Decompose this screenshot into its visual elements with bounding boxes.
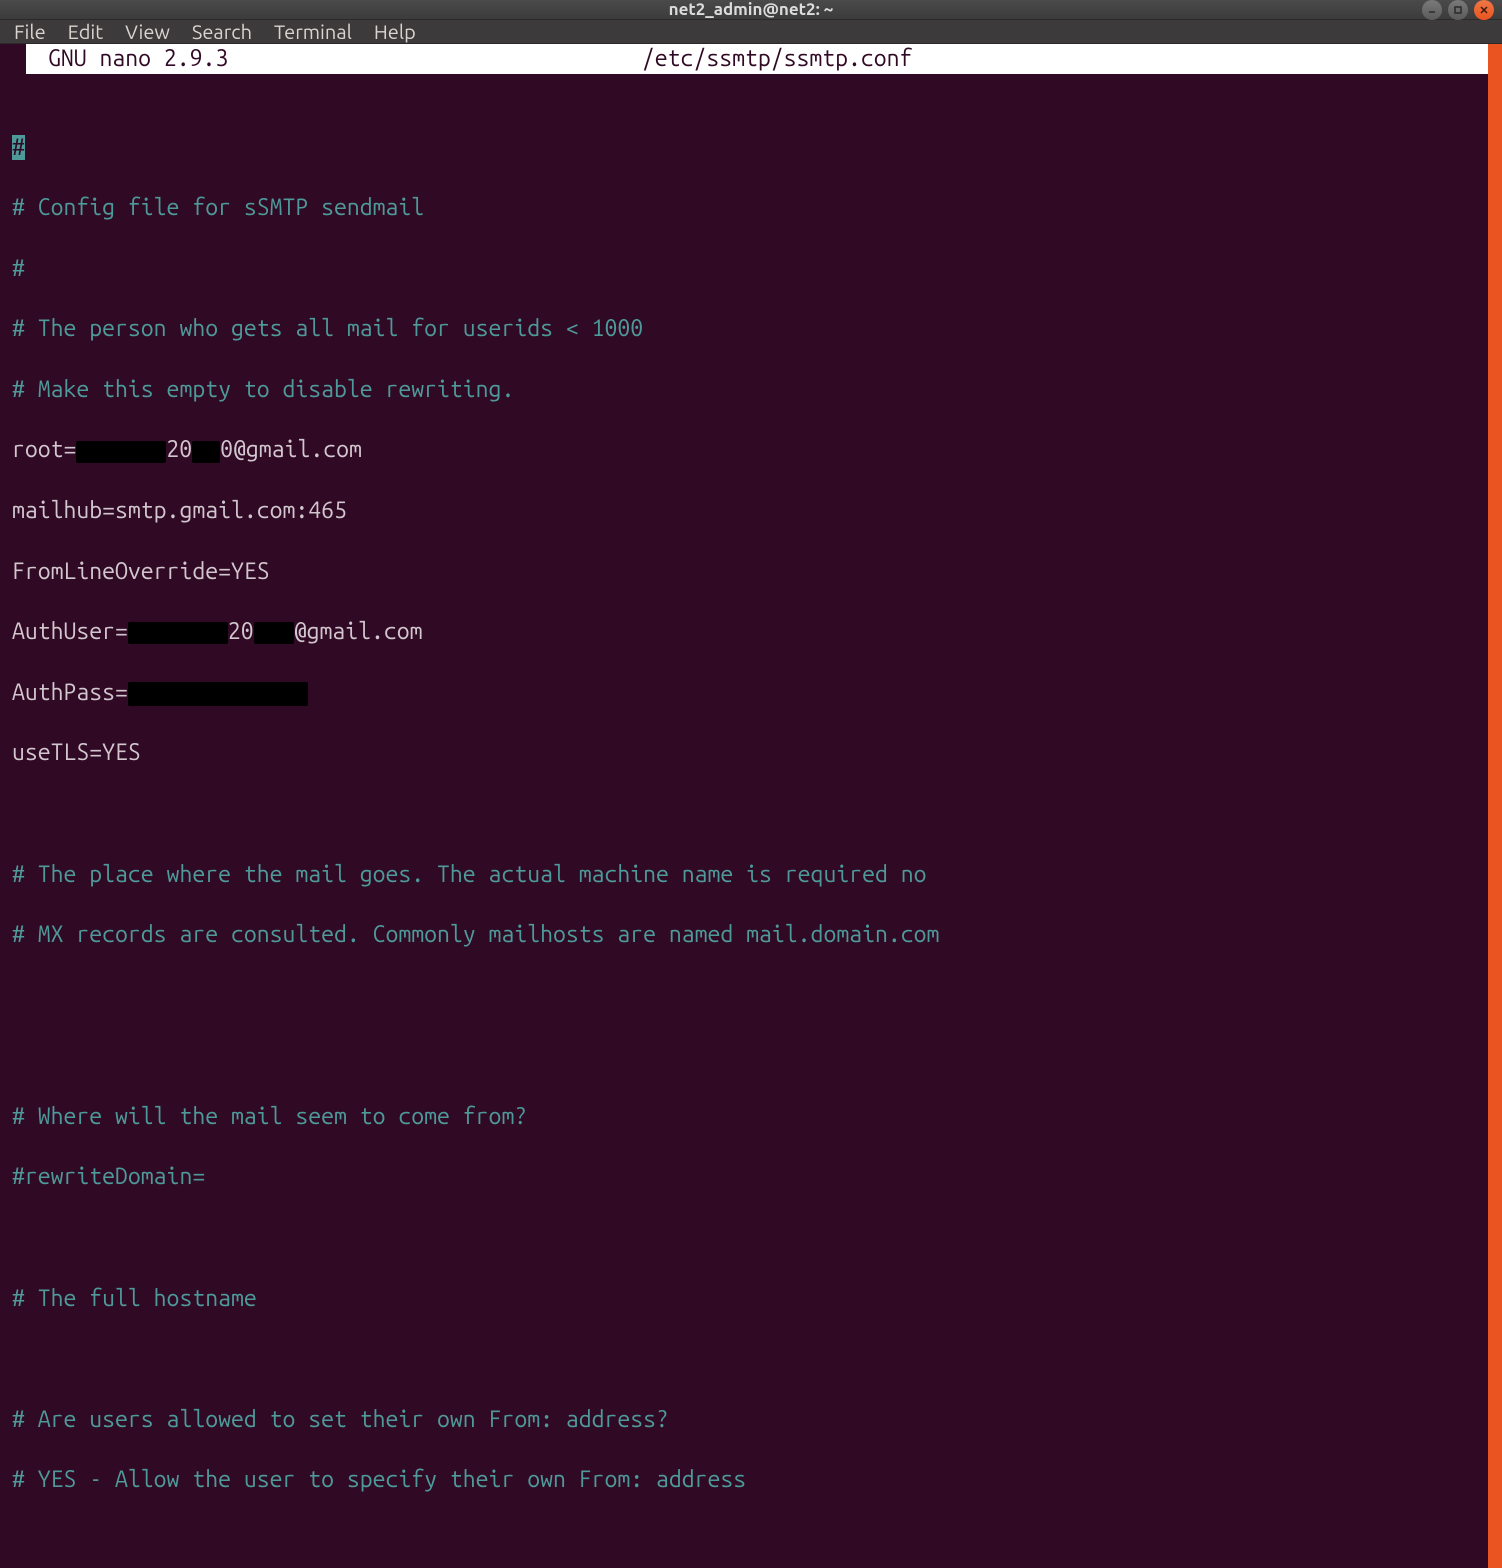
nano-version: GNU nano 2.9.3	[48, 44, 228, 75]
config-line: # Config file for sSMTP sendmail	[12, 193, 1476, 223]
config-line: # The person who gets all mail for useri…	[12, 314, 1476, 344]
redacted-text	[128, 682, 308, 706]
redacted-text	[192, 441, 220, 463]
menu-help[interactable]: Help	[374, 20, 416, 43]
config-line: useTLS=YES	[12, 738, 1476, 768]
config-line: #	[12, 254, 1476, 284]
close-button[interactable]	[1474, 0, 1494, 20]
minimize-icon	[1427, 5, 1437, 15]
minimize-button[interactable]	[1422, 0, 1442, 20]
menu-terminal[interactable]: Terminal	[274, 20, 352, 43]
terminal-area[interactable]: GNU nano 2.9.3 /etc/ssmtp/ssmtp.conf # #…	[0, 44, 1502, 1568]
config-line: # Where will the mail seem to come from?	[12, 1102, 1476, 1132]
redacted-text	[254, 622, 294, 644]
menu-edit[interactable]: Edit	[68, 20, 103, 43]
config-line: AuthPass=	[12, 678, 1476, 708]
cursor: #	[12, 135, 25, 160]
config-line: AuthUser=20@gmail.com	[12, 617, 1476, 647]
close-icon	[1479, 5, 1489, 15]
config-line: mailhub=smtp.gmail.com:465	[12, 496, 1476, 526]
editor-content[interactable]: # # Config file for sSMTP sendmail # # T…	[12, 102, 1476, 1556]
nano-header: GNU nano 2.9.3 /etc/ssmtp/ssmtp.conf	[26, 44, 1488, 74]
menubar: File Edit View Search Terminal Help	[0, 20, 1502, 44]
menu-file[interactable]: File	[14, 20, 46, 43]
redacted-text	[76, 441, 166, 463]
config-line: # The place where the mail goes. The act…	[12, 860, 1476, 890]
config-line: #rewriteDomain=	[12, 1162, 1476, 1192]
maximize-icon	[1453, 5, 1463, 15]
titlebar: net2_admin@net2: ~	[0, 0, 1502, 20]
maximize-button[interactable]	[1448, 0, 1468, 20]
redacted-text	[128, 622, 228, 644]
config-line: FromLineOverride=YES	[12, 557, 1476, 587]
window-title: net2_admin@net2: ~	[669, 0, 834, 19]
terminal-window: net2_admin@net2: ~ File Edit View Search…	[0, 0, 1502, 1016]
nano-filename: /etc/ssmtp/ssmtp.conf	[228, 44, 1466, 75]
config-line: # MX records are consulted. Commonly mai…	[12, 920, 1476, 950]
config-line: # The full hostname	[12, 1284, 1476, 1314]
config-line: # Make this empty to disable rewriting.	[12, 375, 1476, 405]
menu-view[interactable]: View	[125, 20, 170, 43]
config-line: # Are users allowed to set their own Fro…	[12, 1405, 1476, 1435]
menu-search[interactable]: Search	[192, 20, 252, 43]
window-controls	[1422, 0, 1494, 20]
config-line: root=200@gmail.com	[12, 435, 1476, 465]
config-line: # YES - Allow the user to specify their …	[12, 1465, 1476, 1495]
